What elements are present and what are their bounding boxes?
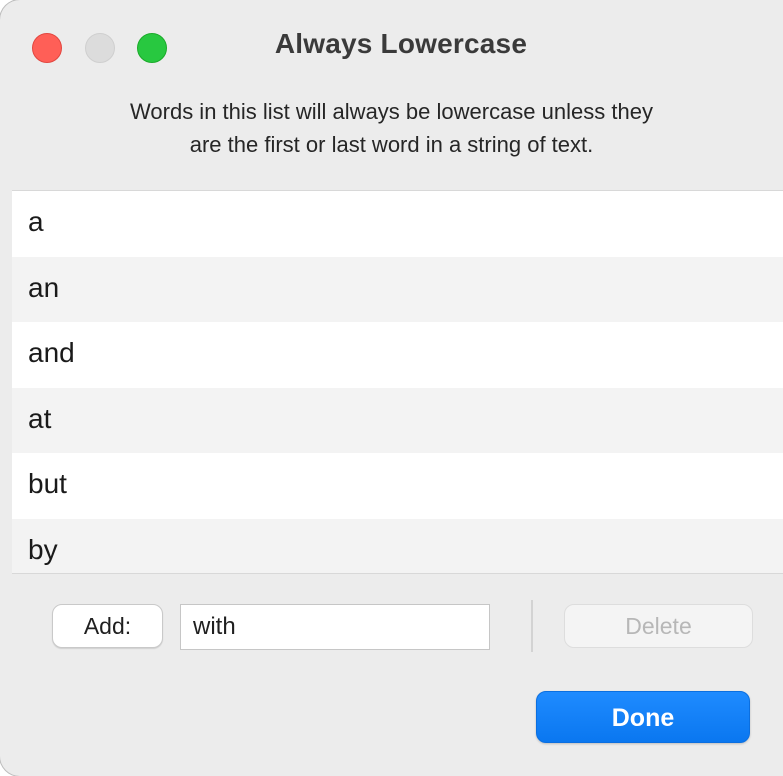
description-line-2: are the first or last word in a string o… [189, 132, 594, 157]
delete-button: Delete [564, 604, 753, 648]
always-lowercase-window: Always Lowercase Words in this list will… [0, 0, 783, 776]
window-title: Always Lowercase [274, 28, 528, 59]
list-item[interactable]: by [12, 518, 783, 573]
add-button[interactable]: Add: [52, 604, 163, 648]
list-item[interactable]: a [12, 191, 783, 257]
lowercase-word-list[interactable]: a an and at but by [12, 190, 783, 574]
list-item[interactable]: but [12, 453, 783, 519]
list-item[interactable]: an [12, 256, 783, 322]
bottom-controls: Add: with Delete Done [0, 572, 783, 776]
list-item[interactable]: and [12, 322, 783, 388]
word-input[interactable]: with [180, 604, 490, 650]
description-text: Words in this list will always be lowerc… [20, 95, 763, 161]
title-bar[interactable]: Always Lowercase [0, 0, 783, 92]
list-item[interactable]: at [12, 387, 783, 453]
done-button[interactable]: Done [536, 691, 750, 743]
divider [531, 600, 533, 652]
description-line-1: Words in this list will always be lowerc… [130, 99, 653, 124]
